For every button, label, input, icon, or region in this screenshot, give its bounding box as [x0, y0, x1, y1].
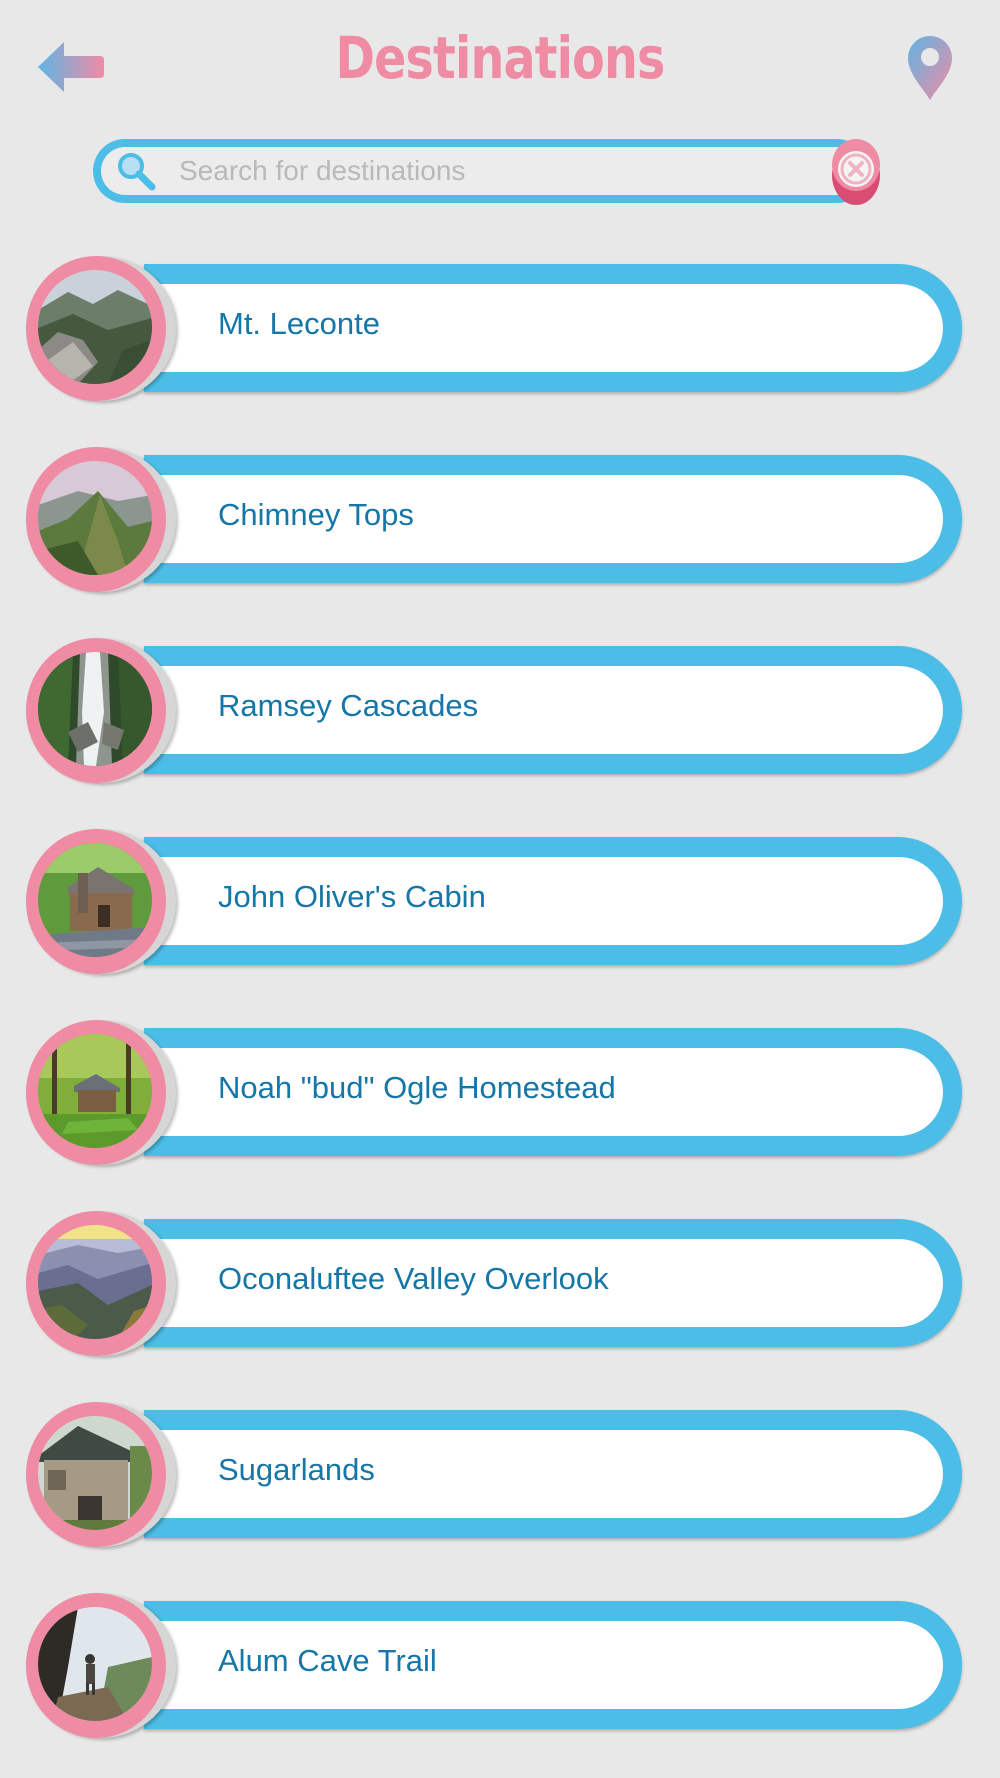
list-item-john-olivers-cabin[interactable]: John Oliver's Cabin [0, 829, 1000, 979]
homestead-in-woods-image [38, 1034, 152, 1148]
list-item-label: Alum Cave Trail [218, 1643, 437, 1678]
map-pin-icon[interactable] [905, 34, 955, 102]
list-item-chimney-tops[interactable]: Chimney Tops [0, 447, 1000, 597]
list-item-label: Oconaluftee Valley Overlook [218, 1261, 609, 1296]
search-icon [115, 150, 157, 192]
page-title: Destinations [335, 24, 665, 92]
list-item-mt-leconte[interactable]: Mt. Leconte [0, 256, 1000, 406]
list-item-label: Noah "bud" Ogle Homestead [218, 1070, 616, 1105]
list-item-oconaluftee-valley-overlook[interactable]: Oconaluftee Valley Overlook [0, 1211, 1000, 1361]
cave-trail-hiker-image [38, 1607, 152, 1721]
list-item-noah-bud-ogle-homestead[interactable]: Noah "bud" Ogle Homestead [0, 1020, 1000, 1170]
search-bar [93, 139, 883, 205]
close-icon[interactable] [829, 135, 883, 207]
list-item-ramsey-cascades[interactable]: Ramsey Cascades [0, 638, 1000, 788]
list-item-label: Chimney Tops [218, 497, 414, 532]
list-item-label: Ramsey Cascades [218, 688, 479, 723]
list-item-label: Mt. Leconte [218, 306, 380, 341]
green-mountain-peak-image [38, 461, 152, 575]
list-item-alum-cave-trail[interactable]: Alum Cave Trail [0, 1593, 1000, 1743]
valley-overlook-image [38, 1225, 152, 1339]
log-cabin-image [38, 843, 152, 957]
search-input[interactable] [179, 149, 819, 193]
rocky-mountain-ridge-image [38, 270, 152, 384]
list-item-label: Sugarlands [218, 1452, 375, 1487]
waterfall-image [38, 652, 152, 766]
top-bar: Destinations [0, 0, 1000, 130]
list-item-sugarlands[interactable]: Sugarlands [0, 1402, 1000, 1552]
list-item-label: John Oliver's Cabin [218, 879, 486, 914]
stone-visitor-center-image [38, 1416, 152, 1530]
